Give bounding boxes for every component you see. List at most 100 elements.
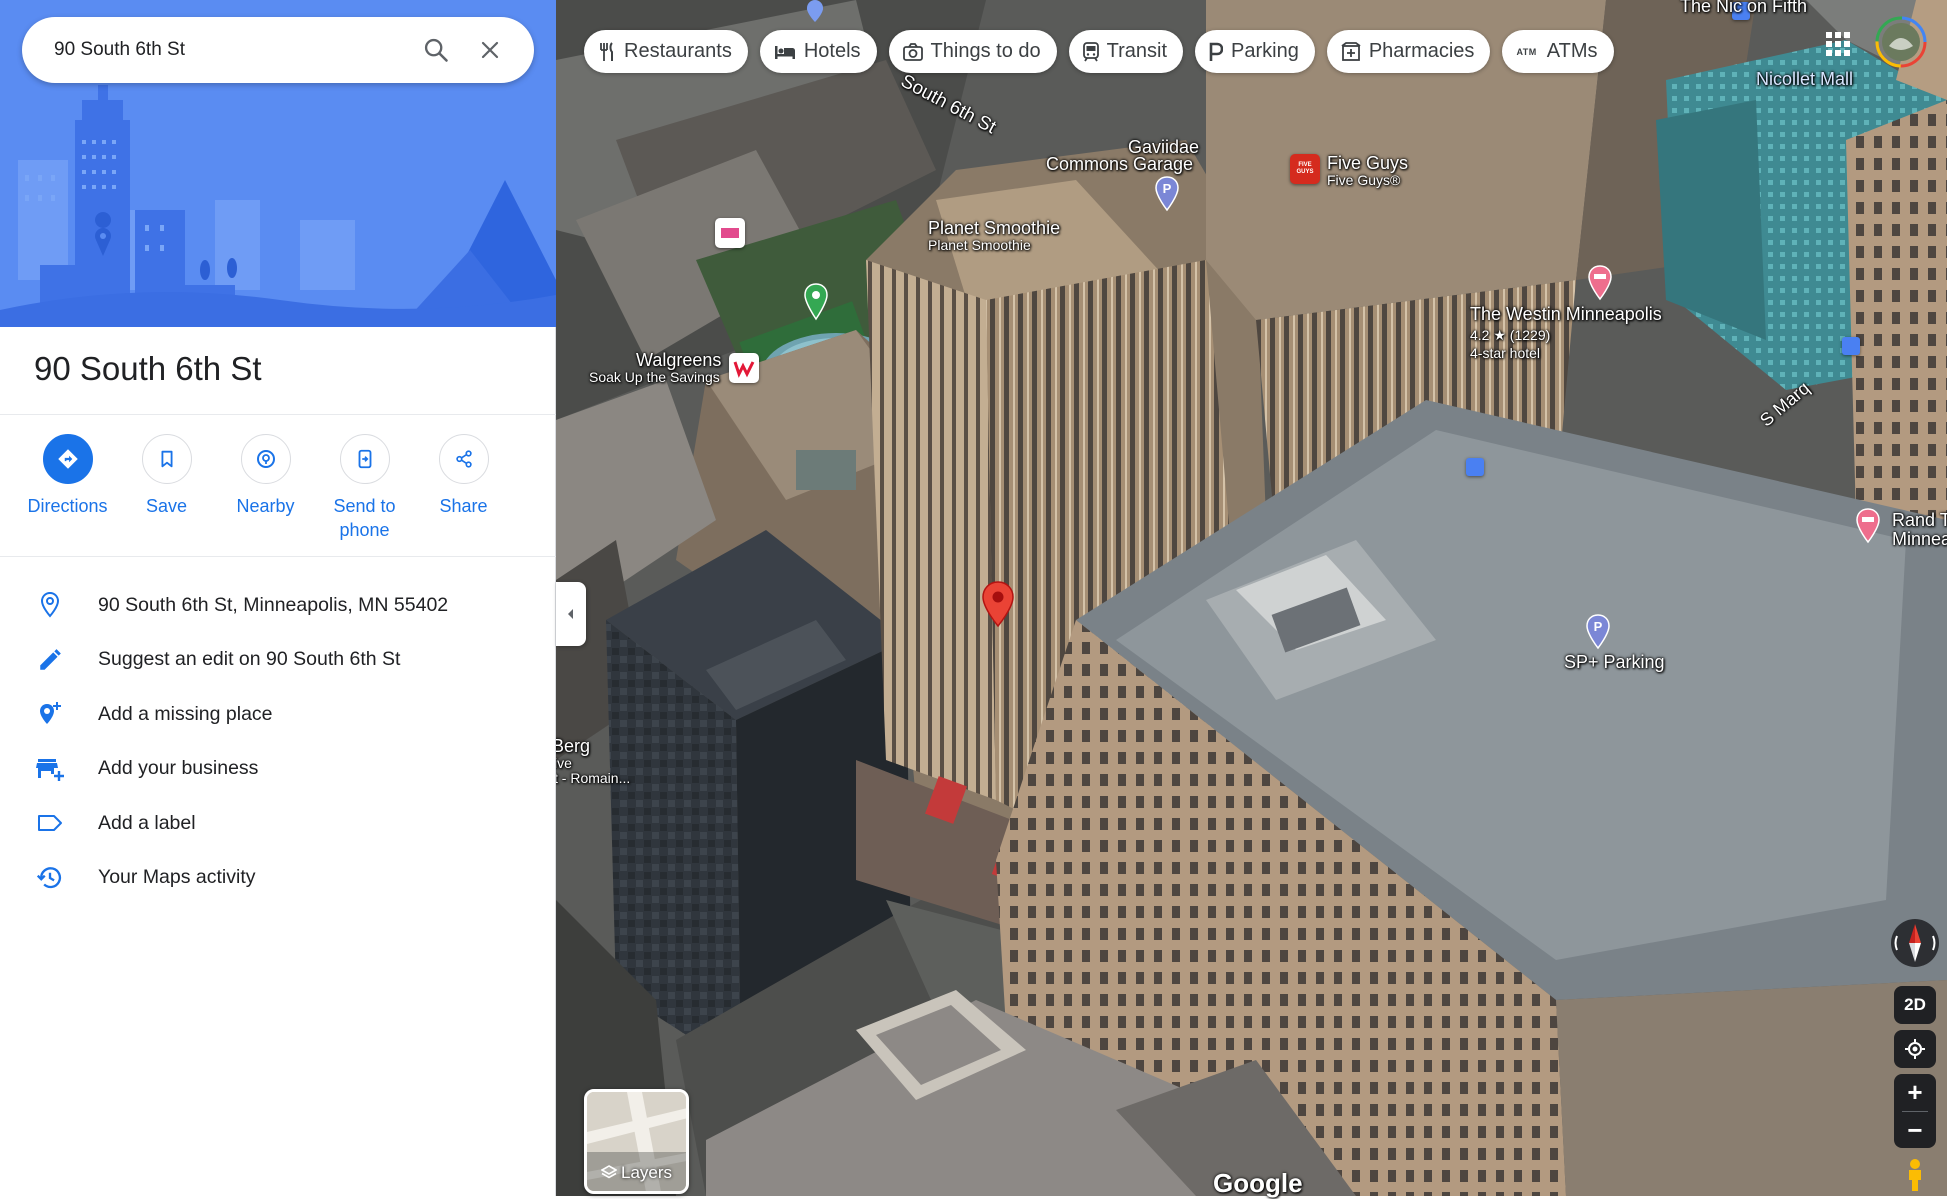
zoom-out-button[interactable]: − (1894, 1112, 1936, 1148)
chip-hotels[interactable]: Hotels (759, 30, 877, 73)
planet-smoothie-logo[interactable] (715, 218, 745, 248)
pharmacy-icon (1341, 41, 1361, 61)
map-label-westin-type: 4-star hotel (1470, 345, 1541, 361)
five-guys-logo[interactable]: FIVE GUYS (1290, 154, 1320, 184)
fork-knife-icon (600, 41, 613, 61)
camera-icon (902, 42, 923, 61)
chip-atms[interactable]: ATM ATMs (1502, 30, 1614, 73)
chip-things-to-do[interactable]: Things to do (888, 30, 1057, 73)
add-business-row[interactable]: Add your business (0, 742, 556, 797)
atm-icon: ATM (1516, 46, 1537, 57)
search-icon (424, 38, 448, 62)
location-pin-icon (40, 592, 60, 618)
map-label-planet-smoothie[interactable]: Planet Smoothie (928, 219, 1060, 238)
nearby-icon (256, 450, 275, 468)
layers-button[interactable]: Layers (584, 1089, 689, 1194)
compass-icon (1891, 919, 1939, 967)
maps-activity-row[interactable]: Your Maps activity (0, 851, 556, 906)
search-bar (22, 17, 534, 83)
add-business-text: Add your business (98, 757, 259, 780)
address-row[interactable]: 90 South 6th St, Minneapolis, MN 55402 (0, 578, 556, 633)
history-icon (36, 866, 62, 888)
phone-icon (358, 449, 371, 469)
chip-restaurants[interactable]: Restaurants (584, 30, 748, 73)
send-to-phone-button[interactable]: Send to phone (315, 434, 414, 542)
parking-letter: P (1594, 619, 1603, 634)
selected-location-pin-icon[interactable] (980, 580, 1016, 630)
search-input[interactable] (54, 39, 406, 61)
chip-pharmacies[interactable]: Pharmacies (1326, 30, 1491, 73)
parking-letter: P (1163, 181, 1172, 196)
share-label: Share (439, 496, 488, 516)
nearby-label: Nearby (236, 496, 295, 516)
side-panel: 90 South 6th St Directions Save Nearby S… (0, 0, 556, 1196)
bus-stop-icon[interactable] (1842, 337, 1860, 355)
pegman-street-view[interactable] (1902, 1158, 1928, 1192)
map-label-five-guys-sub: Five Guys® (1327, 172, 1401, 188)
hotel-pin-icon[interactable] (1855, 508, 1881, 546)
directions-label: Directions (27, 496, 108, 516)
nearby-button[interactable]: Nearby (216, 434, 315, 542)
map-label-walgreens-sub: Soak Up the Savings (589, 369, 720, 385)
zoom-controls: + − (1894, 1074, 1936, 1148)
map-label-berg[interactable]: Berg (556, 737, 590, 756)
map-label-walgreens[interactable]: Walgreens (636, 351, 721, 370)
my-location-button[interactable] (1894, 1030, 1936, 1068)
map-label-sp-parking[interactable]: SP+ Parking (1564, 653, 1665, 672)
sp-parking-pin-icon[interactable]: P (1585, 614, 1611, 652)
pegman-icon (1909, 1159, 1921, 1191)
zoom-in-button[interactable]: + (1894, 1074, 1936, 1111)
add-label-text: Add a label (98, 811, 196, 834)
action-buttons: Directions Save Nearby Send to phone Sha… (18, 434, 538, 542)
map-label-planet-smoothie-sub: Planet Smoothie (928, 237, 1031, 253)
compass-button[interactable] (1890, 918, 1940, 968)
category-chips: Restaurants Hotels Things to do Transit … (584, 30, 1614, 73)
map-label-rand-tower-2: Minnea (1892, 529, 1947, 549)
search-button[interactable] (412, 26, 460, 74)
label-icon (38, 815, 62, 832)
satellite-3d-view (556, 0, 1947, 1196)
apps-grid-icon[interactable] (1822, 28, 1854, 60)
directions-button[interactable]: Directions (18, 434, 117, 542)
google-logo: Google (1213, 1168, 1303, 1198)
directions-icon (57, 449, 78, 469)
map-label-five-guys[interactable]: Five Guys (1327, 154, 1408, 173)
chip-parking[interactable]: Parking (1195, 30, 1315, 73)
add-business-icon (36, 758, 64, 781)
share-button[interactable]: Share (414, 434, 513, 542)
divider (0, 414, 556, 415)
map-label-nicollet-mall[interactable]: Nicollet Mall (1756, 70, 1853, 89)
parking-icon (1209, 42, 1224, 61)
hotel-pin-icon[interactable] (1587, 265, 1613, 303)
map-label-commons-garage[interactable]: Commons Garage (1046, 155, 1193, 174)
map-canvas[interactable]: P P FIVE GUYS The Nic on Fifth Nicollet … (556, 0, 1947, 1196)
add-label-row[interactable]: Add a label (0, 796, 556, 851)
train-icon (1082, 41, 1099, 61)
info-list: 90 South 6th St, Minneapolis, MN 55402 S… (0, 578, 556, 905)
map-label-rand-tower[interactable]: Rand T (1892, 511, 1947, 530)
add-missing-place-row[interactable]: Add a missing place (0, 687, 556, 742)
walgreens-logo[interactable] (729, 353, 759, 383)
place-title: 90 South 6th St (34, 350, 262, 387)
send-to-phone-label: Send to phone (333, 496, 396, 540)
add-missing-place-text: Add a missing place (98, 702, 273, 725)
layers-icon (600, 1165, 618, 1179)
my-location-icon (1905, 1039, 1925, 1059)
divider (0, 556, 556, 557)
map-label-nic-on-fifth[interactable]: The Nic on Fifth (1680, 0, 1807, 16)
chip-transit[interactable]: Transit (1068, 30, 1184, 73)
bus-stop-icon[interactable] (1466, 458, 1484, 476)
save-label: Save (145, 496, 188, 516)
layers-label: Layers (587, 1163, 686, 1183)
save-button[interactable]: Save (117, 434, 216, 542)
map-label-westin[interactable]: The Westin Minneapolis (1470, 305, 1662, 324)
pencil-icon (40, 648, 61, 670)
clear-search-button[interactable] (466, 26, 514, 74)
account-avatar[interactable] (1875, 16, 1927, 68)
parking-pin-icon[interactable]: P (1154, 176, 1180, 214)
collapse-panel-button[interactable] (556, 582, 586, 646)
green-place-pin-icon[interactable] (803, 283, 829, 323)
toggle-2d-button[interactable]: 2D (1894, 986, 1936, 1024)
transit-pin-icon[interactable] (804, 0, 826, 22)
suggest-edit-row[interactable]: Suggest an edit on 90 South 6th St (0, 633, 556, 688)
